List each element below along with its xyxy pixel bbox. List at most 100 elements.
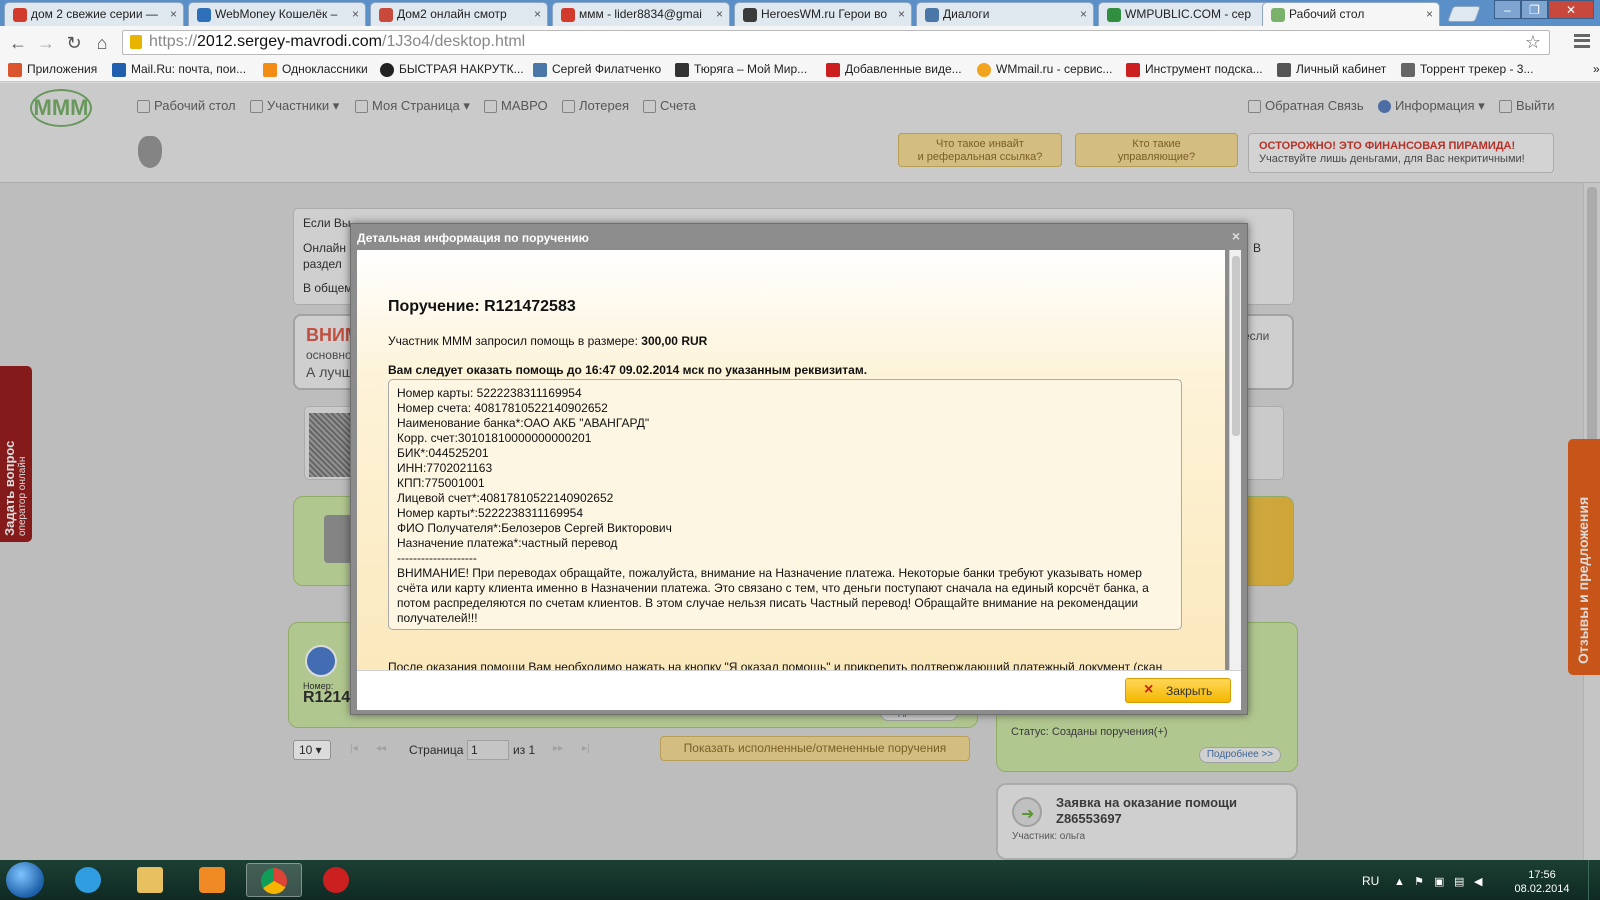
dialog-body: Поручение: R121472583 Участник МММ запро… [357, 250, 1225, 670]
taskbar-explorer[interactable] [122, 863, 178, 897]
youtube-icon [1126, 63, 1140, 77]
scrollbar-thumb[interactable] [1232, 256, 1240, 436]
detail-separator: -------------------- [397, 551, 477, 565]
detail-line: Назначение платежа*:частный перевод [397, 536, 618, 550]
bookmark-wmmail[interactable]: WMmail.ru - сервис... [977, 62, 1112, 77]
bookmark-apps[interactable]: Приложения [8, 62, 97, 77]
dialog-scrollbar[interactable] [1229, 250, 1241, 670]
tab-close-icon[interactable]: × [898, 7, 905, 21]
browser-tab[interactable]: Диалоги × [916, 2, 1094, 26]
show-desktop-button[interactable] [1588, 860, 1600, 900]
clock[interactable]: 17:56 08.02.2014 [1512, 868, 1572, 896]
browser-tab-active[interactable]: Рабочий стол × [1262, 2, 1440, 26]
media-player-icon [199, 867, 225, 893]
windows-taskbar: RU ▲ ⚑ ▣ ▤ ◀ 17:56 08.02.2014 [0, 860, 1600, 900]
mmm-favicon-icon [1271, 8, 1285, 22]
address-bar[interactable]: https://2012.sergey-mavrodi.com/1J3o4/de… [122, 30, 1550, 55]
payment-details-box[interactable]: Номер карты: 5222238311169954 Номер счет… [388, 379, 1182, 630]
detail-line: Номер карты: 5222238311169954 [397, 386, 582, 400]
browser-tab[interactable]: ммм - lider8834@gmai × [552, 2, 730, 26]
detail-line: КПП:775001001 [397, 476, 485, 490]
forward-arrow-icon[interactable]: → [34, 31, 58, 55]
lock-icon [130, 35, 142, 49]
taskbar-chrome[interactable] [246, 863, 302, 897]
bookmark-star-icon[interactable]: ☆ [1525, 32, 1541, 53]
restore-icon[interactable]: ❐ [1521, 0, 1548, 19]
tray-expand-icon[interactable]: ▲ [1394, 876, 1406, 888]
wmpublic-favicon-icon [1107, 8, 1121, 22]
instructions-text: После оказания помощи Вам необходимо наж… [388, 660, 1163, 670]
detail-line: БИК*:044525201 [397, 446, 489, 460]
internet-explorer-icon [75, 867, 101, 893]
bookmark-vk-profile[interactable]: Сергей Филатченко [533, 62, 661, 77]
bookmark-youtube-tool[interactable]: Инструмент подска... [1126, 62, 1263, 77]
tab-close-icon[interactable]: × [716, 7, 723, 21]
order-details-dialog: Детальная информация по поручению × Пору… [350, 223, 1248, 715]
close-button[interactable]: × Закрыть [1125, 678, 1231, 703]
tray-volume-icon[interactable]: ◀ [1474, 876, 1486, 888]
tab-title: дом 2 свежие серии — [31, 7, 158, 21]
url-host: 2012.sergey-mavrodi.com [197, 33, 382, 50]
detail-line: Наименование банка*:ОАО АКБ "АВАНГАРД" [397, 416, 650, 430]
gmail-favicon-icon [561, 8, 575, 22]
bookmarks-overflow-icon[interactable]: » [1574, 62, 1600, 76]
request-amount: 300,00 RUR [641, 334, 708, 348]
bookmark-odnoklassniki[interactable]: Одноклассники [263, 62, 368, 77]
browser-tab[interactable]: WebMoney Кошелёк – × [188, 2, 366, 26]
dialog-close-icon[interactable]: × [1232, 228, 1240, 244]
windows-start-icon[interactable] [6, 862, 44, 898]
tab-title: ммм - lider8834@gmai [579, 7, 702, 21]
taskbar-ie[interactable] [60, 863, 116, 897]
detail-line: Корр. счет:30101810000000000201 [397, 431, 592, 445]
tray-network-icon[interactable]: ▤ [1454, 876, 1466, 888]
tab-title: Дом2 онлайн смотр [397, 7, 507, 21]
tab-close-icon[interactable]: × [352, 7, 359, 21]
yandex-favicon-icon [13, 8, 27, 22]
tab-title: WebMoney Кошелёк – [215, 7, 338, 21]
tab-close-icon[interactable]: × [1080, 7, 1087, 21]
dialog-title: Детальная информация по поручению [357, 231, 589, 245]
close-window-icon[interactable]: ✕ [1548, 0, 1594, 19]
clock-time: 17:56 [1528, 869, 1556, 881]
new-tab-button[interactable] [1447, 6, 1481, 22]
bookmark-moimir[interactable]: Тюряга – Мой Мир... [675, 62, 807, 77]
home-icon[interactable]: ⌂ [90, 31, 114, 55]
browser-tab[interactable]: WMPUBLIC.COM - сер × [1098, 2, 1276, 26]
vk-dialogs-favicon-icon [925, 8, 939, 22]
tab-title: Диалоги [943, 7, 990, 21]
opera-icon [323, 867, 349, 893]
tab-close-icon[interactable]: × [1426, 7, 1433, 21]
order-title: Поручение: R121472583 [388, 298, 576, 315]
browser-tab[interactable]: HeroesWM.ru Герои во × [734, 2, 912, 26]
back-arrow-icon[interactable]: ← [6, 31, 30, 55]
language-indicator[interactable]: RU [1362, 874, 1379, 888]
taskbar-opera[interactable] [308, 863, 364, 897]
url-scheme: https:// [149, 33, 198, 50]
bookmarks-bar: Приложения Mail.Ru: почта, пои... Однокл… [0, 59, 1600, 82]
bookmark-mailru[interactable]: Mail.Ru: почта, пои... [112, 62, 246, 77]
bookmark-youtube-added[interactable]: Добавленные виде... [826, 62, 962, 77]
torrent-icon [1401, 63, 1415, 77]
minimize-icon[interactable]: – [1494, 0, 1521, 19]
bookmark-heart[interactable]: БЫСТРАЯ НАКРУТК... [380, 62, 524, 77]
browser-menu-icon[interactable] [1574, 34, 1590, 48]
taskbar-media-player[interactable] [184, 863, 240, 897]
browser-tab[interactable]: Дом2 онлайн смотр × [370, 2, 548, 26]
reload-icon[interactable]: ↻ [62, 31, 86, 55]
apps-grid-icon [8, 63, 22, 77]
dom2-favicon-icon [379, 8, 393, 22]
chrome-icon [261, 868, 287, 894]
clock-date: 08.02.2014 [1514, 883, 1570, 895]
tray-device-icon[interactable]: ▣ [1434, 876, 1446, 888]
tab-close-icon[interactable]: × [534, 7, 541, 21]
bookmark-cabinet[interactable]: Личный кабинет [1277, 62, 1386, 77]
request-line: Участник МММ запросил помощь в размере: … [388, 334, 707, 348]
tray-flag-icon[interactable]: ⚑ [1414, 876, 1426, 888]
bookmark-torrent[interactable]: Торрент трекер - 3... [1401, 62, 1533, 77]
tab-close-icon[interactable]: × [170, 7, 177, 21]
detail-line: Номер карты*:5222238311169954 [397, 506, 583, 520]
vk-icon [533, 63, 547, 77]
detail-line: Лицевой счет*:40817810522140902652 [397, 491, 614, 505]
browser-tab[interactable]: дом 2 свежие серии — × [4, 2, 184, 26]
tab-title: WMPUBLIC.COM - сер [1125, 7, 1252, 21]
